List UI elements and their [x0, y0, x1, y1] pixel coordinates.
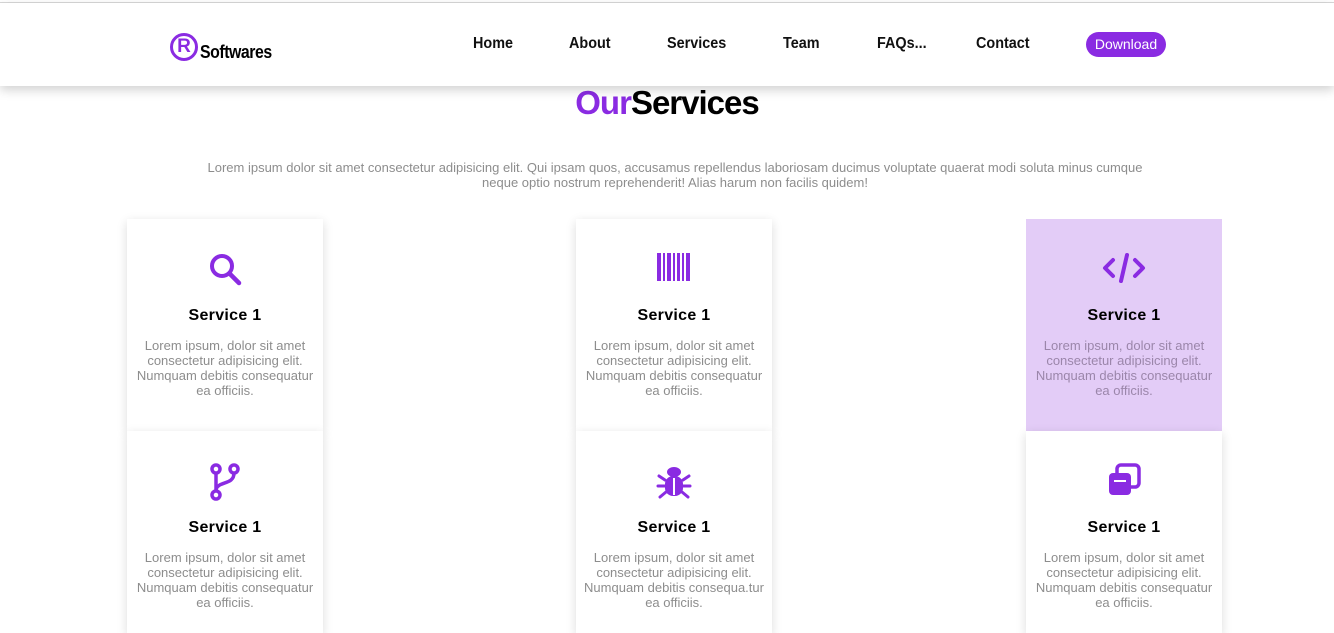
- service-description: Lorem ipsum, dolor sit amet consectetur …: [584, 550, 764, 610]
- service-title: Service 1: [637, 307, 711, 324]
- code-branch-icon: [127, 463, 323, 503]
- nav-about[interactable]: About: [569, 35, 611, 53]
- site-header: R Softwares Home About Services Team FAQ…: [0, 3, 1334, 86]
- service-card-highlighted[interactable]: Service 1 Lorem ipsum, dolor sit amet co…: [1026, 219, 1222, 431]
- code-icon: [1026, 251, 1222, 291]
- registered-logo-icon: R: [170, 33, 198, 61]
- service-card[interactable]: Service 1 Lorem ipsum, dolor sit amet co…: [576, 431, 772, 633]
- service-title: Service 1: [188, 307, 262, 324]
- service-card[interactable]: Service 1 Lorem ipsum, dolor sit amet co…: [127, 431, 323, 633]
- service-title: Service 1: [188, 519, 262, 536]
- service-description: Lorem ipsum, dolor sit amet consectetur …: [136, 550, 314, 610]
- section-title: OurServices: [0, 84, 1334, 122]
- service-title: Service 1: [1087, 519, 1161, 536]
- bug-icon: [576, 463, 772, 503]
- service-card[interactable]: Service 1 Lorem ipsum, dolor sit amet co…: [127, 219, 323, 431]
- nav-faqs[interactable]: FAQs...: [877, 35, 927, 53]
- nav-home[interactable]: Home: [473, 35, 513, 53]
- service-description: Lorem ipsum, dolor sit amet consectetur …: [136, 338, 314, 398]
- section-intro: Lorem ipsum dolor sit amet consectetur a…: [207, 160, 1143, 190]
- service-description: Lorem ipsum, dolor sit amet consectetur …: [585, 338, 763, 398]
- service-card[interactable]: Service 1 Lorem ipsum, dolor sit amet co…: [1026, 431, 1222, 633]
- search-icon: [127, 251, 323, 291]
- section-title-main: Services: [630, 84, 760, 121]
- nav-services[interactable]: Services: [667, 35, 726, 53]
- service-description: Lorem ipsum, dolor sit amet consectetur …: [1035, 338, 1213, 398]
- service-title: Service 1: [1087, 307, 1161, 324]
- nav-team[interactable]: Team: [783, 35, 820, 53]
- section-title-accent: Our: [575, 84, 632, 121]
- brand-name: Softwares: [200, 42, 272, 62]
- nav-contact[interactable]: Contact: [976, 35, 1030, 53]
- download-button[interactable]: Download: [1086, 32, 1166, 57]
- service-title: Service 1: [637, 519, 711, 536]
- barcode-icon: [576, 251, 772, 291]
- service-description: Lorem ipsum, dolor sit amet consectetur …: [1035, 550, 1213, 610]
- service-card[interactable]: Service 1 Lorem ipsum, dolor sit amet co…: [576, 219, 772, 431]
- clone-icon: [1026, 463, 1222, 503]
